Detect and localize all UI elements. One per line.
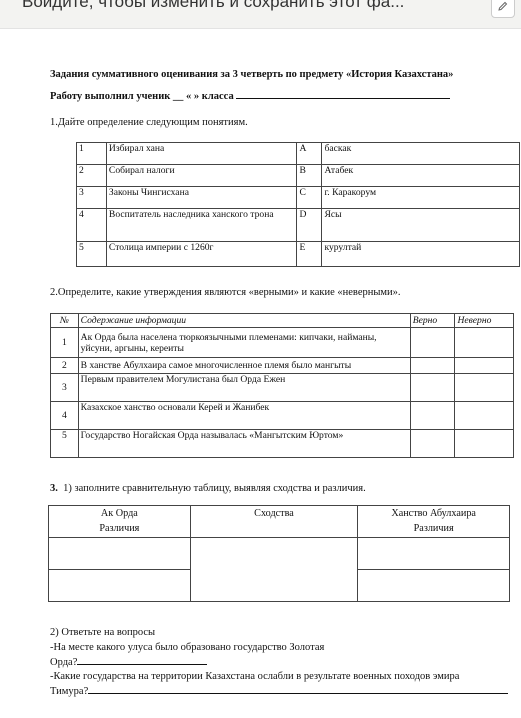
statement-cell: Ак Орда была населена тюркоязычными плем… — [77, 327, 411, 358]
col-true: Верно — [409, 313, 456, 328]
question-1-line1: -На месте какого улуса было образовано г… — [50, 642, 325, 653]
term-cell: Воспитатель наследника ханского трона — [105, 208, 298, 242]
document-page: Задания суммативного оценивания за 3 чет… — [0, 28, 521, 718]
true-cell[interactable] — [409, 429, 456, 458]
row-number: 1 — [50, 327, 79, 358]
table-row: 5 Государство Ногайская Орда называлась … — [50, 429, 514, 458]
col-similarities: Сходства — [189, 505, 359, 538]
question-2-line1: -Какие государства на территории Казахст… — [50, 671, 460, 682]
table-header-row: Ак Орда Различия Сходства Ханство Абулхаи… — [48, 505, 510, 538]
true-cell[interactable] — [409, 373, 456, 402]
answer-cell[interactable] — [48, 537, 191, 570]
term-cell: Собирал налоги — [105, 164, 298, 187]
row-number: 4 — [50, 401, 79, 430]
ak-orda-label: Ак Орда — [100, 508, 138, 519]
table-row: 5 Столица империи с 1260г E курултай — [76, 241, 520, 267]
row-number: 2 — [50, 357, 79, 374]
login-banner: Войдите, чтобы изменить и сохранить этот… — [0, 0, 521, 29]
banner-text: Войдите, чтобы изменить и сохранить этот… — [22, 0, 405, 11]
task4-heading: 2) Ответьте на вопросы — [50, 627, 156, 638]
letter-cell: E — [296, 241, 323, 267]
row-number: 1 — [76, 142, 107, 165]
false-cell[interactable] — [454, 327, 514, 358]
table-row: 3 Первым правителем Могулистана был Орда… — [50, 373, 514, 402]
term-cell: Избирал хана — [105, 142, 298, 165]
task3-heading: 1) заполните сравнительную таблицу, выяв… — [63, 483, 366, 494]
true-cell[interactable] — [409, 357, 456, 374]
row-number: 4 — [76, 208, 107, 242]
task1-heading: 1.Дайте определение следующим понятиям. — [50, 117, 248, 128]
table-row: 4 Казахское ханство основали Керей и Жан… — [50, 401, 514, 430]
statement-cell: Первым правителем Могулистана был Орда Е… — [77, 373, 411, 402]
differences-label: Различия — [413, 523, 454, 534]
col-abulkhair: Ханство Абулхаира Различия — [357, 505, 510, 538]
answer-cell: баскак — [321, 142, 520, 165]
table-row: 3 Законы Чингисхана C г. Каракорум — [76, 186, 520, 209]
answer-cell: курултай — [321, 241, 520, 267]
answer-blank-1[interactable] — [77, 654, 208, 665]
differences-label: Различия — [99, 523, 140, 534]
student-blank[interactable] — [236, 88, 451, 99]
table-row: 4 Воспитатель наследника ханского трона … — [76, 208, 520, 242]
student-line: Работу выполнил ученик __ « » класса — [50, 88, 451, 103]
doc-title: Задания суммативного оценивания за 3 чет… — [50, 69, 454, 80]
table-row — [48, 537, 510, 602]
task3-number: 3. — [50, 483, 58, 494]
answer-cell: Атабек — [321, 164, 520, 187]
col-ak-orda: Ак Орда Различия — [48, 505, 191, 538]
question-2-line2: Тимура? — [50, 683, 509, 698]
true-cell[interactable] — [409, 401, 456, 430]
row-number: 3 — [50, 373, 79, 402]
answer-cell: Ясы — [321, 208, 520, 242]
letter-cell: A — [296, 142, 323, 165]
answer-cell[interactable] — [48, 569, 191, 602]
col-content: Содержание информации — [77, 313, 411, 328]
table-row: 1 Избирал хана A баскак — [76, 142, 520, 165]
question-1-line2: Орда? — [50, 654, 208, 669]
col-false: Неверно — [454, 313, 514, 328]
abulkhair-label: Ханство Абулхаира — [391, 508, 476, 519]
task2-heading: 2.Определите, какие утверждения являются… — [50, 287, 401, 298]
edit-button[interactable] — [491, 0, 515, 18]
statement-cell: Государство Ногайская Орда называлась «М… — [77, 429, 411, 458]
question-1-tail: Орда? — [50, 657, 78, 668]
answer-cell[interactable] — [357, 569, 510, 602]
false-cell[interactable] — [454, 401, 514, 430]
col-number: № — [50, 313, 79, 328]
letter-cell: B — [296, 164, 323, 187]
row-number: 2 — [76, 164, 107, 187]
true-cell[interactable] — [409, 327, 456, 358]
table-row: 2 Собирал налоги B Атабек — [76, 164, 520, 187]
statement-cell: В ханстве Абулхаира самое многочисленное… — [77, 357, 411, 374]
definitions-table: 1 Избирал хана A баскак 2 Собирал налоги… — [76, 142, 520, 267]
term-cell: Законы Чингисхана — [105, 186, 298, 209]
answer-cell[interactable] — [189, 537, 359, 602]
answer-cell[interactable] — [357, 537, 510, 570]
false-cell[interactable] — [454, 429, 514, 458]
table-row: 2 В ханстве Абулхаира самое многочисленн… — [50, 357, 514, 374]
task3-heading-line: 3. 1) заполните сравнительную таблицу, в… — [50, 482, 366, 495]
pencil-icon — [498, 1, 508, 11]
comparison-table: Ак Орда Различия Сходства Ханство Абулхаи… — [48, 505, 510, 602]
false-cell[interactable] — [454, 373, 514, 402]
row-number: 3 — [76, 186, 107, 209]
answer-blank-2[interactable] — [88, 683, 509, 694]
letter-cell: C — [296, 186, 323, 209]
table-row: 1 Ак Орда была населена тюркоязычными пл… — [50, 327, 514, 358]
table-header-row: № Содержание информации Верно Неверно — [50, 313, 514, 328]
student-prefix: Работу выполнил ученик __ « » класса — [50, 91, 234, 102]
row-number: 5 — [50, 429, 79, 458]
question-2-tail: Тимура? — [50, 686, 89, 697]
false-cell[interactable] — [454, 357, 514, 374]
true-false-table: № Содержание информации Верно Неверно 1 … — [50, 313, 514, 458]
statement-cell: Казахское ханство основали Керей и Жаниб… — [77, 401, 411, 430]
letter-cell: D — [296, 208, 323, 242]
term-cell: Столица империи с 1260г — [105, 241, 298, 267]
answer-cell: г. Каракорум — [321, 186, 520, 209]
row-number: 5 — [76, 241, 107, 267]
